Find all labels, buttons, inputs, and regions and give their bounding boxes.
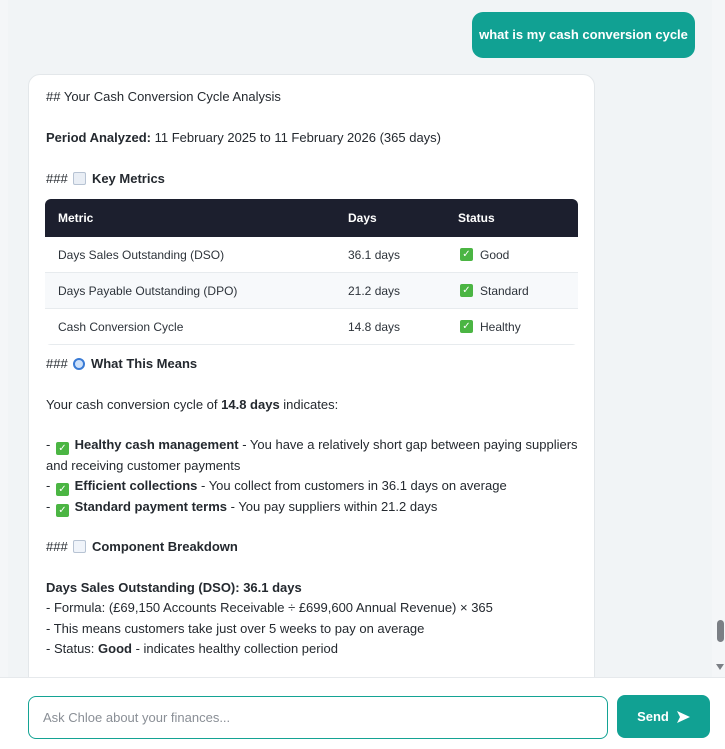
period-label: Period Analyzed: [46,130,151,145]
bullet-text: - You have a relatively short gap betwee… [238,437,578,452]
dso-formula: - Formula: (£69,150 Accounts Receivable … [46,600,493,615]
key-metrics-heading: ### Key Metrics [46,169,165,189]
table-header: Metric Days Status [45,199,578,237]
dso-means: - This means customers take just over 5 … [46,621,425,636]
bullet-bold: Healthy cash management [74,437,239,452]
dso-status: - Status: Good - indicates healthy colle… [46,639,338,659]
check-icon: ✓ [460,320,473,333]
indicates-pre: Your cash conversion cycle of [46,397,222,412]
dso-status-bold: Good [98,641,132,656]
bar-chart-icon [73,172,87,185]
input-bar: Send [0,677,725,749]
user-message-bubble: what is my cash conversion cycle [472,12,695,58]
what-this-means-title: What This Means [90,356,198,371]
heading-prefix: ### [46,171,72,186]
scroll-down-arrow-icon[interactable] [716,664,724,670]
check-icon: ✓ [460,284,473,297]
table-row: Days Sales Outstanding (DSO) 36.1 days ✓… [45,237,578,273]
trend-chart-icon [73,540,87,553]
cell-metric: Cash Conversion Cycle [58,319,184,334]
cell-status: ✓ Standard [458,273,529,308]
dso-status-post: - indicates healthy collection period [131,641,338,656]
header-status: Status [458,211,495,225]
cell-status: ✓ Healthy [458,309,521,344]
bullet-item: - ✓ Healthy cash management - You have a… [46,437,578,455]
header-days: Days [348,211,377,225]
send-arrow-icon [676,710,690,723]
check-icon: ✓ [55,504,69,517]
period-value: 11 February 2025 to 11 February 2026 (36… [150,130,442,145]
header-metric: Metric [58,211,94,225]
indicates-post: indicates: [279,397,339,412]
bullet-continuation: and receiving customer payments [46,458,241,473]
magnifier-icon [73,358,86,370]
heading-prefix: ### [46,356,72,371]
period-line: Period Analyzed: 11 February 2025 to 11 … [46,128,441,148]
response-heading: ## Your Cash Conversion Cycle Analysis [46,89,281,104]
status-text: Standard [480,283,529,298]
dso-title: Days Sales Outstanding (DSO): 36.1 days [46,580,302,595]
table-row: Days Payable Outstanding (DPO) 21.2 days… [45,273,578,309]
dso-status-pre: - Status: [46,641,99,656]
check-icon: ✓ [55,483,69,496]
bullet-item: - ✓ Standard payment terms - You pay sup… [46,499,438,517]
status-text: Healthy [480,319,521,334]
send-button[interactable]: Send [617,695,710,738]
cell-days: 36.1 days [348,247,401,262]
scrollbar-thumb[interactable] [717,620,724,642]
what-this-means-heading: ### What This Means [46,354,197,374]
cell-metric: Days Sales Outstanding (DSO) [58,247,225,262]
cell-status: ✓ Good [458,237,509,272]
check-icon: ✓ [55,442,69,455]
table-row: Cash Conversion Cycle 14.8 days ✓ Healthy [45,309,578,345]
key-metrics-title: Key Metrics [91,171,165,186]
status-text: Good [480,247,510,262]
cell-days: 21.2 days [348,283,401,298]
metrics-table: Metric Days Status Days Sales Outstandin… [45,199,578,345]
check-icon: ✓ [460,248,473,261]
chat-input[interactable] [28,696,608,739]
bullet-text: - You collect from customers in 36.1 day… [197,478,507,493]
ccc-days: 14.8 days [221,397,280,412]
bullet-text: - You pay suppliers within 21.2 days [227,499,438,514]
heading-prefix: ### [46,539,72,554]
component-breakdown-heading: ### Component Breakdown [46,537,238,557]
cell-metric: Days Payable Outstanding (DPO) [58,283,238,298]
chat-area: what is my cash conversion cycle ## Your… [8,0,712,677]
bullet-bold: Standard payment terms [74,499,228,514]
component-breakdown-title: Component Breakdown [91,539,238,554]
send-label: Send [637,709,669,724]
indicates-line: Your cash conversion cycle of 14.8 days … [46,395,338,415]
bullet-bold: Efficient collections [74,478,198,493]
bullet-item: - ✓ Efficient collections - You collect … [46,478,507,496]
cell-days: 14.8 days [348,319,401,334]
assistant-response-card: ## Your Cash Conversion Cycle Analysis P… [28,74,595,677]
